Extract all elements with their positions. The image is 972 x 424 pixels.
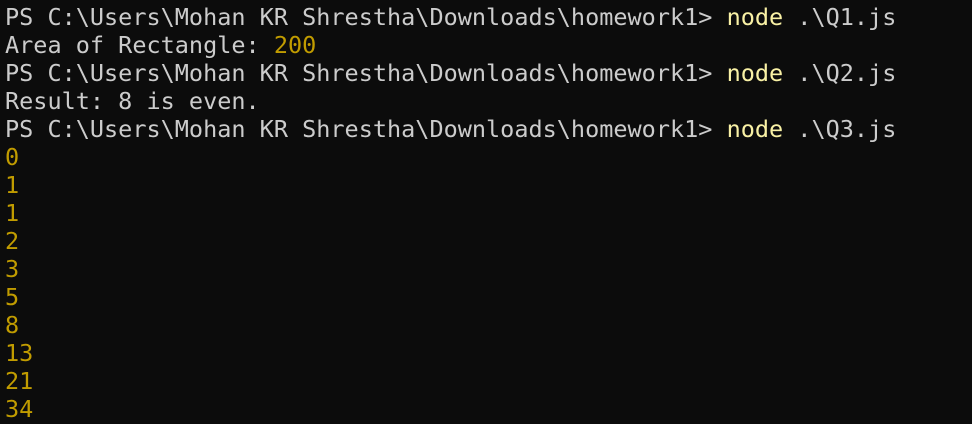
- output-text: Result: 8 is even.: [5, 87, 260, 115]
- fibonacci-output-line: 8: [5, 311, 20, 339]
- command-args: .\Q3.js: [783, 115, 897, 143]
- fibonacci-output-line: 34: [5, 395, 34, 423]
- prompt-text: PS C:\Users\Mohan KR Shrestha\Downloads\…: [5, 115, 727, 143]
- prompt-line-q1: PS C:\Users\Mohan KR Shrestha\Downloads\…: [0, 3, 972, 31]
- fibonacci-output-line: 5: [5, 283, 20, 311]
- prompt-line-q2: PS C:\Users\Mohan KR Shrestha\Downloads\…: [0, 59, 972, 87]
- prompt-text: PS C:\Users\Mohan KR Shrestha\Downloads\…: [5, 59, 727, 87]
- command-node: node: [726, 115, 784, 143]
- prompt-line-q3: PS C:\Users\Mohan KR Shrestha\Downloads\…: [0, 115, 972, 143]
- command-node: node: [726, 3, 784, 31]
- command-node: node: [726, 59, 784, 87]
- prompt-text: PS C:\Users\Mohan KR Shrestha\Downloads\…: [5, 3, 727, 31]
- fibonacci-output-line: 0: [5, 143, 20, 171]
- command-args: .\Q1.js: [783, 3, 897, 31]
- output-value: 200: [273, 31, 317, 59]
- fibonacci-output-line: 13: [5, 339, 34, 367]
- fibonacci-output-line: 21: [5, 367, 34, 395]
- terminal-window[interactable]: PS C:\Users\Mohan KR Shrestha\Downloads\…: [0, 0, 972, 424]
- fibonacci-output-line: 3: [5, 255, 20, 283]
- command-args: .\Q2.js: [783, 59, 897, 87]
- fibonacci-output-line: 2: [5, 227, 20, 255]
- output-label: Area of Rectangle:: [5, 31, 274, 59]
- fibonacci-output-line: 1: [5, 199, 20, 227]
- output-line-result: Result: 8 is even.: [0, 87, 972, 115]
- fibonacci-output-line: 1: [5, 171, 20, 199]
- output-line-area: Area of Rectangle: 200: [0, 31, 972, 59]
